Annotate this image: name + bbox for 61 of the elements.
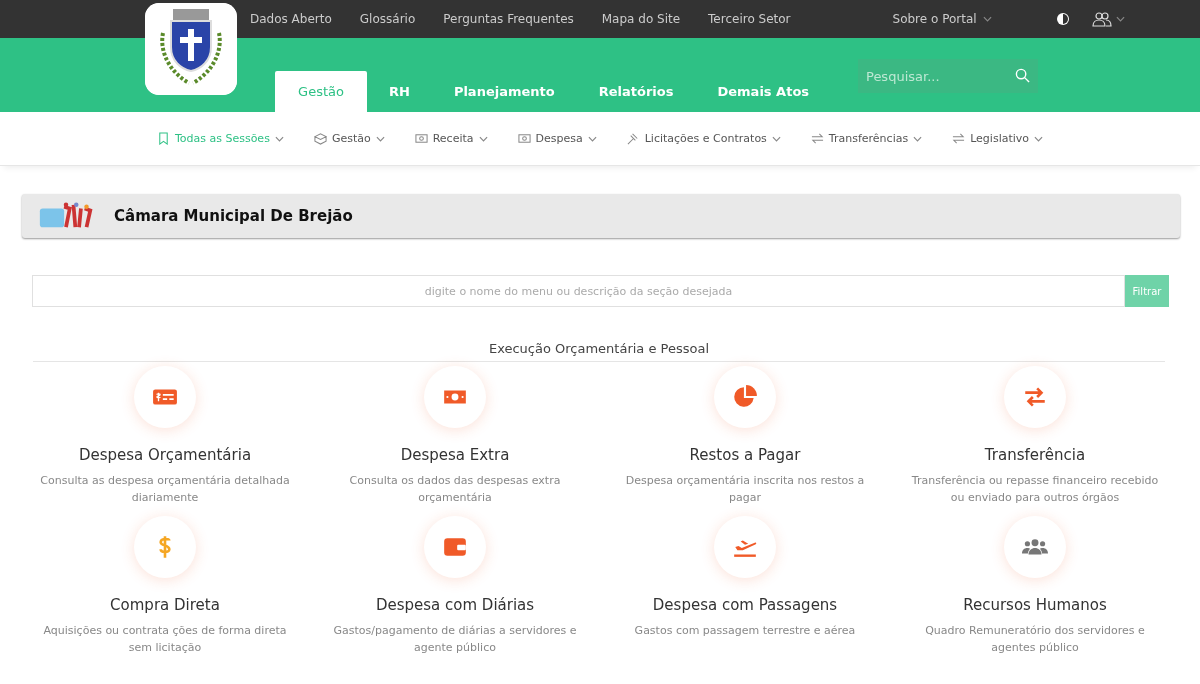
card-title[interactable]: Despesa Extra [400,446,510,464]
chevron-down-icon [982,16,992,22]
card-title[interactable]: Despesa com Passagens [652,596,838,614]
box-icon [313,132,327,145]
card-title[interactable]: Despesa Orçamentária [78,446,252,464]
chevron-down-icon [274,135,284,142]
entity-title: Câmara Municipal De Brejão [114,207,353,225]
card-title[interactable]: Transferência [984,446,1086,464]
top-link[interactable]: Dados Aberto [250,12,332,26]
top-link[interactable]: Terceiro Setor [708,12,791,26]
section-menu[interactable]: Transferências [810,132,923,145]
section-menu[interactable]: Licitações e Contratos [626,132,781,145]
filter-field[interactable]: digite o nome do menu ou descrição da seção desejada [32,275,1125,307]
card-description: Gastos/pagamento de diárias a servidores e agente público [332,623,578,656]
icon-circle[interactable] [134,366,196,428]
section-menu[interactable]: Legislativo [952,132,1044,145]
card-description: Despesa orçamentária inscrita nos restos a pagar [624,473,866,506]
card-description: Aquisições ou contrata ções de forma direta sem licitação [42,623,288,656]
bookmark-icon [156,132,170,145]
card-title[interactable]: Restos a Pagar [689,446,801,464]
pie-chart-icon [732,384,758,410]
chevron-down-icon [587,135,597,142]
banknote-icon [414,132,428,145]
chevron-down-icon [771,135,781,142]
card-description: Transferência ou repasse financeiro recebido ou enviado para outros órgãos [910,473,1160,506]
contrast-icon[interactable] [1055,12,1070,26]
card-title[interactable]: Despesa com Diárias [375,596,535,614]
section-title: Execução Orçamentária e Pessoal [33,341,1165,362]
icon-circle[interactable] [1004,516,1066,578]
icon-circle[interactable] [424,366,486,428]
top-link[interactable]: Glossário [359,12,416,26]
section-menu[interactable]: Despesa [517,132,597,145]
card-description: Consulta as despesa orçamentária detalhada diariamente [39,473,291,506]
banknote-icon [517,132,531,145]
section-menu[interactable]: Receita [414,132,488,145]
users-icon[interactable] [1091,11,1112,27]
coat-of-arms-logo[interactable] [145,3,237,95]
chevron-down-icon [1115,16,1125,22]
section-menu[interactable]: Gestão [313,132,385,145]
icon-circle[interactable] [1004,366,1066,428]
chevron-down-icon [375,135,385,142]
top-link[interactable]: Mapa do Site [601,12,681,26]
chevron-down-icon [1034,135,1044,142]
card-title[interactable]: Compra Direta [110,596,220,614]
arrows-icon [952,132,966,145]
chevron-down-icon [478,135,488,142]
chevron-down-icon [913,135,923,142]
arrows-icon [810,132,824,145]
card-description: Consulta os dados das despesas extra orçamentária [348,473,562,506]
search-icon[interactable] [1015,68,1030,83]
card-title[interactable]: Recursos Humanos [963,596,1107,614]
search-field[interactable]: Pesquisar... [858,59,1038,93]
card-description: Quadro Remuneratório dos servidores e agentes público [924,623,1146,656]
icon-circle[interactable] [714,366,776,428]
icon-circle[interactable] [424,516,486,578]
card-description: Gastos com passagem terrestre e aérea [633,623,857,639]
icon-circle[interactable] [134,516,196,578]
top-link[interactable]: Perguntas Frequentes [443,12,574,26]
gavel-icon [626,132,640,145]
icon-circle[interactable] [714,516,776,578]
portal-menu[interactable]: Sobre o Portal [886,11,998,27]
